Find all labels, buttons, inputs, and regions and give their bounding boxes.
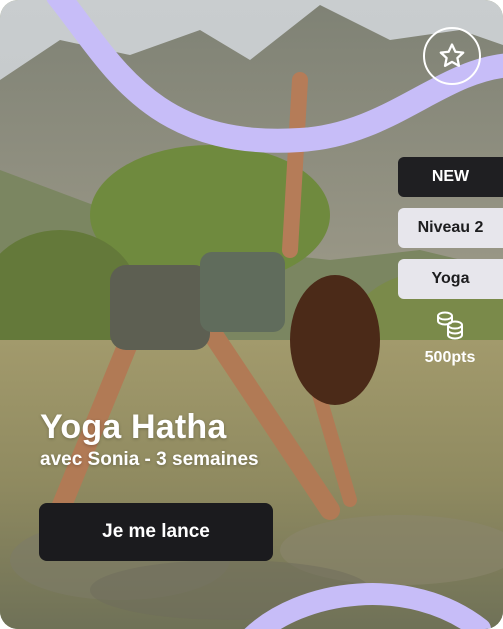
start-course-button[interactable]: Je me lance [39, 503, 273, 561]
star-icon [439, 43, 465, 67]
badge-new: NEW [398, 157, 503, 197]
badge-category: Yoga [398, 259, 503, 299]
course-subtitle: avec Sonia - 3 semaines [40, 449, 259, 470]
points-label: 500pts [424, 349, 476, 366]
badge-list: NEW Niveau 2 Yoga [398, 157, 503, 299]
coins-icon [437, 311, 463, 340]
course-title: Yoga Hatha [40, 408, 227, 446]
favorite-button[interactable] [423, 27, 481, 85]
points-reward: 500pts [415, 308, 485, 367]
badge-level: Niveau 2 [398, 208, 503, 248]
course-card[interactable]: NEW Niveau 2 Yoga 500pts Yoga Hatha avec… [0, 0, 503, 629]
